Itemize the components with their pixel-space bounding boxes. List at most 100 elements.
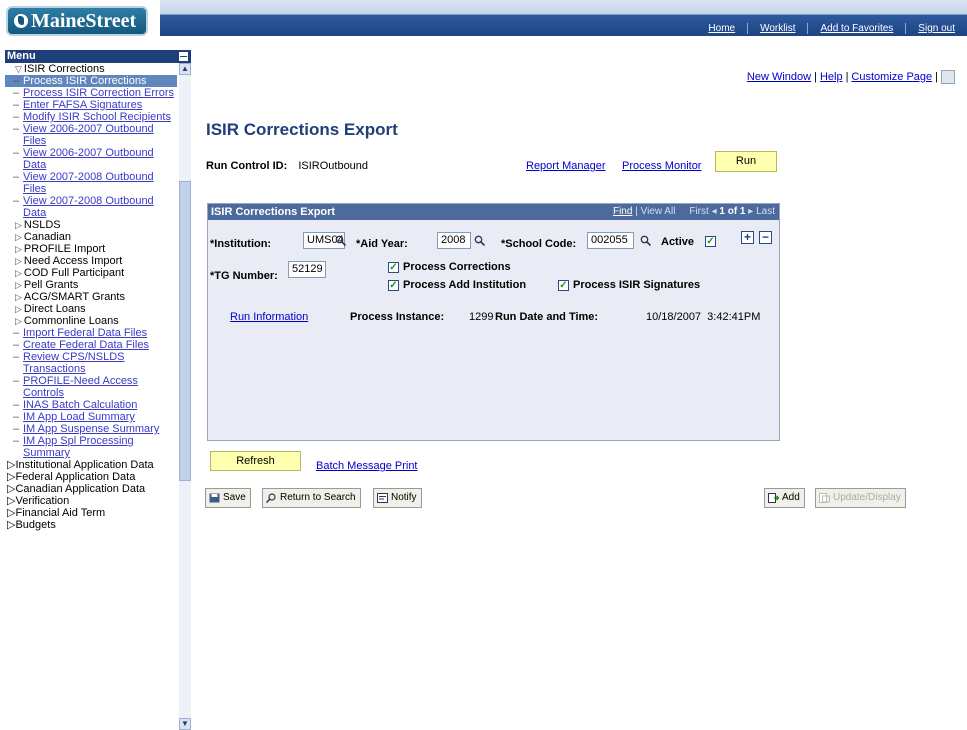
menu-item-label[interactable]: NSLDS: [24, 219, 61, 231]
institution-lookup-icon[interactable]: [335, 235, 346, 246]
menu-item-label[interactable]: Direct Loans: [24, 303, 86, 315]
menu-item[interactable]: ▷ COD Full Participant: [5, 267, 177, 279]
menu-item-label[interactable]: PROFILE-Need Access Controls: [23, 375, 138, 399]
collapsed-arrow-icon[interactable]: ▷: [15, 220, 22, 230]
find-link[interactable]: Find: [613, 206, 632, 217]
last-link[interactable]: Last: [756, 206, 775, 217]
worklist-link[interactable]: Worklist: [747, 23, 807, 34]
menu-item-label[interactable]: Process ISIR Correction Errors: [23, 87, 174, 99]
menu-item[interactable]: ▽ ISIR Corrections: [5, 63, 177, 75]
menu-item[interactable]: – View 2006-2007 Outbound Data: [5, 147, 177, 171]
http-icon[interactable]: [941, 70, 955, 84]
menu-item[interactable]: ▷Canadian Application Data: [5, 483, 177, 495]
menu-item[interactable]: – View 2007-2008 Outbound Files: [5, 171, 177, 195]
menu-item-label[interactable]: INAS Batch Calculation: [23, 399, 137, 411]
collapsed-arrow-icon[interactable]: ▷: [15, 256, 22, 266]
notify-button[interactable]: Notify: [373, 488, 422, 508]
menu-item-label[interactable]: View 2006-2007 Outbound Data: [23, 147, 154, 171]
menu-item-label[interactable]: Pell Grants: [24, 279, 78, 291]
active-checkbox[interactable]: ✓: [705, 236, 716, 247]
customize-page-link[interactable]: Customize Page: [851, 71, 932, 83]
update-display-button[interactable]: Update/Display: [815, 488, 906, 508]
menu-item[interactable]: ▷ Need Access Import: [5, 255, 177, 267]
menu-item-label[interactable]: COD Full Participant: [24, 267, 124, 279]
menu-item[interactable]: – Modify ISIR School Recipients: [5, 111, 177, 123]
collapsed-arrow-icon[interactable]: ▷: [15, 268, 22, 278]
tg-number-field[interactable]: 52129: [288, 261, 326, 278]
menu-item[interactable]: – View 2007-2008 Outbound Data: [5, 195, 177, 219]
menu-item-label[interactable]: Modify ISIR School Recipients: [23, 111, 171, 123]
menu-item-label[interactable]: Process ISIR Corrections: [23, 75, 146, 87]
minimize-icon[interactable]: [179, 52, 188, 61]
expanded-arrow-icon[interactable]: ▽: [15, 64, 22, 74]
collapsed-arrow-icon[interactable]: ▷: [15, 280, 22, 290]
refresh-button[interactable]: Refresh: [210, 451, 301, 471]
menu-item[interactable]: – IM App Spl Processing Summary: [5, 435, 177, 459]
menu-item-label[interactable]: Need Access Import: [24, 255, 122, 267]
save-button[interactable]: Save: [205, 488, 251, 508]
menu-item-label[interactable]: Institutional Application Data: [15, 459, 153, 471]
sign-out-link[interactable]: Sign out: [905, 23, 967, 34]
menu-item-label[interactable]: View 2007-2008 Outbound Data: [23, 195, 154, 219]
batch-message-print-link[interactable]: Batch Message Print: [316, 460, 418, 472]
prev-icon[interactable]: ◂: [712, 206, 717, 217]
return-to-search-button[interactable]: Return to Search: [262, 488, 361, 508]
menu-item-label[interactable]: IM App Suspense Summary: [23, 423, 159, 435]
menu-item[interactable]: – Create Federal Data Files: [5, 339, 177, 351]
process-isir-signatures-checkbox[interactable]: ✓: [558, 280, 569, 291]
collapsed-arrow-icon[interactable]: ▷: [15, 232, 22, 242]
menu-item[interactable]: ▷ Direct Loans: [5, 303, 177, 315]
menu-item-label[interactable]: Canadian: [24, 231, 71, 243]
menu-item-label[interactable]: Enter FAFSA Signatures: [23, 99, 142, 111]
add-row-icon[interactable]: +: [741, 231, 754, 244]
menu-item-label[interactable]: Financial Aid Term: [15, 507, 105, 519]
menu-item[interactable]: ▷Federal Application Data: [5, 471, 177, 483]
collapsed-arrow-icon[interactable]: ▷: [15, 292, 22, 302]
menu-item[interactable]: ▷Institutional Application Data: [5, 459, 177, 471]
aid-year-lookup-icon[interactable]: [474, 235, 485, 246]
school-code-field[interactable]: 002055: [587, 232, 634, 249]
menu-item[interactable]: ▷ Commonline Loans: [5, 315, 177, 327]
first-link[interactable]: First: [689, 206, 708, 217]
help-link[interactable]: Help: [820, 71, 843, 83]
menu-item[interactable]: – Review CPS/NSLDS Transactions: [5, 351, 177, 375]
menu-item[interactable]: ▷ Canadian: [5, 231, 177, 243]
collapsed-arrow-icon[interactable]: ▷: [15, 244, 22, 254]
menu-item-label[interactable]: IM App Load Summary: [23, 411, 135, 423]
menu-item-label[interactable]: PROFILE Import: [24, 243, 105, 255]
menu-item-label[interactable]: Federal Application Data: [15, 471, 135, 483]
scroll-thumb[interactable]: [179, 181, 191, 481]
view-all-link[interactable]: View All: [641, 206, 676, 217]
run-button[interactable]: Run: [715, 151, 777, 172]
menu-item[interactable]: – PROFILE-Need Access Controls: [5, 375, 177, 399]
menu-item[interactable]: ▷Financial Aid Term: [5, 507, 177, 519]
report-manager-link[interactable]: Report Manager: [526, 160, 606, 172]
new-window-link[interactable]: New Window: [747, 71, 811, 83]
process-add-institution-checkbox[interactable]: ✓: [388, 280, 399, 291]
menu-item[interactable]: ▷ Pell Grants: [5, 279, 177, 291]
menu-item[interactable]: – INAS Batch Calculation: [5, 399, 177, 411]
menu-item[interactable]: – IM App Suspense Summary: [5, 423, 177, 435]
menu-item[interactable]: – Enter FAFSA Signatures: [5, 99, 177, 111]
school-code-lookup-icon[interactable]: [640, 235, 651, 246]
next-icon[interactable]: ▸: [748, 206, 753, 217]
menu-item[interactable]: – Import Federal Data Files: [5, 327, 177, 339]
collapsed-arrow-icon[interactable]: ▷: [15, 304, 22, 314]
menu-item-label[interactable]: Verification: [15, 495, 69, 507]
menu-item-label[interactable]: View 2007-2008 Outbound Files: [23, 171, 154, 195]
scroll-up-icon[interactable]: ▲: [179, 63, 191, 75]
add-to-favorites-link[interactable]: Add to Favorites: [807, 23, 905, 34]
menu-item[interactable]: ▷ ACG/SMART Grants: [5, 291, 177, 303]
menu-item-label[interactable]: Commonline Loans: [24, 315, 119, 327]
menu-item[interactable]: ▷ NSLDS: [5, 219, 177, 231]
menu-item-label[interactable]: Budgets: [15, 519, 55, 531]
menu-item[interactable]: ▷Budgets: [5, 519, 177, 531]
menu-item[interactable]: ▷ PROFILE Import: [5, 243, 177, 255]
menu-item-label[interactable]: Import Federal Data Files: [23, 327, 147, 339]
home-link[interactable]: Home: [696, 23, 747, 34]
scroll-down-icon[interactable]: ▼: [179, 718, 191, 730]
menu-item[interactable]: – Process ISIR Corrections: [5, 75, 177, 87]
process-monitor-link[interactable]: Process Monitor: [622, 160, 701, 172]
menu-item-label[interactable]: View 2006-2007 Outbound Files: [23, 123, 154, 147]
menu-item-label[interactable]: ISIR Corrections: [24, 63, 105, 75]
